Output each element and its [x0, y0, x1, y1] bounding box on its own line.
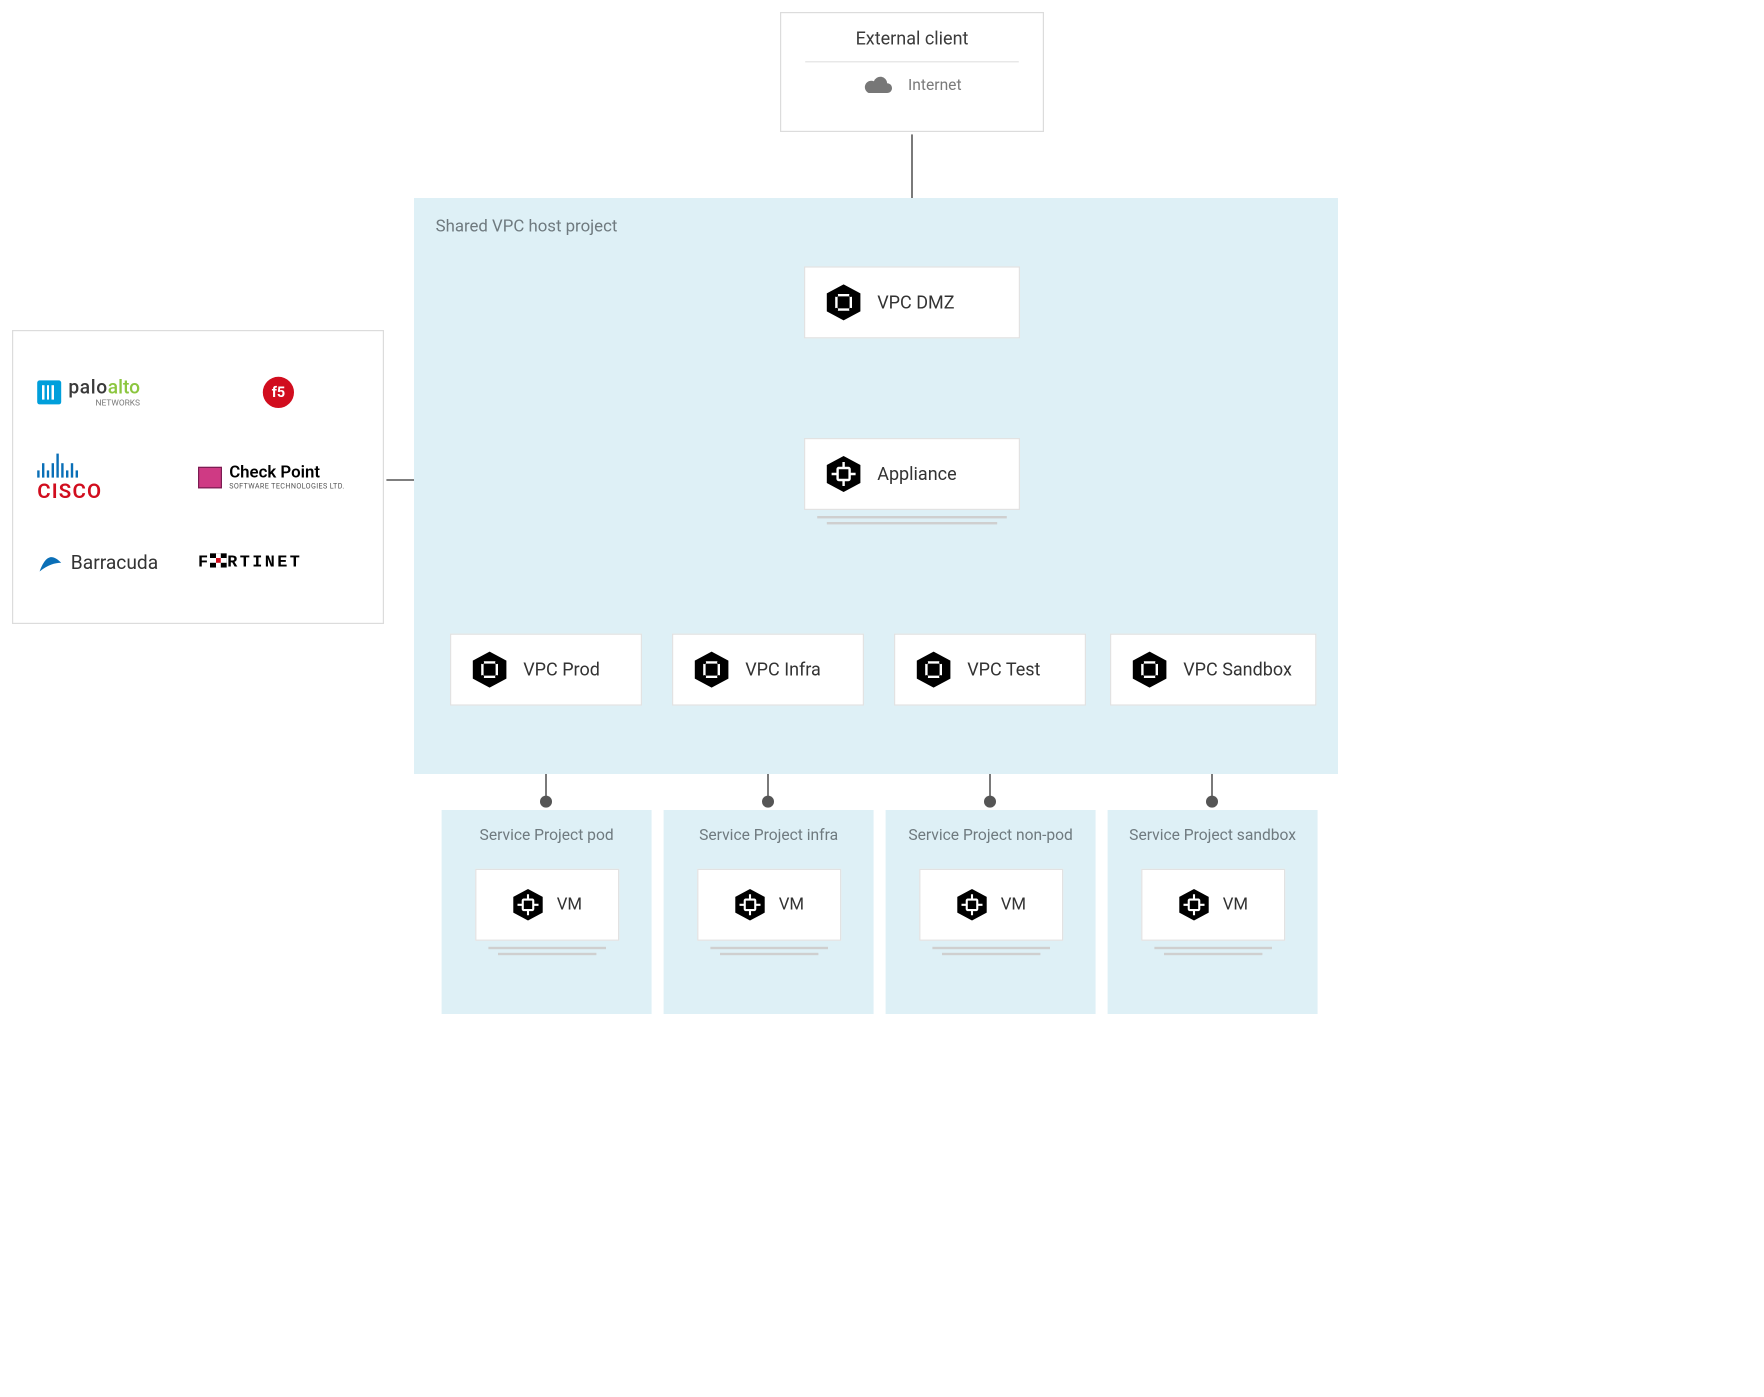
appliance-icon: [824, 455, 862, 493]
cloud-icon: [862, 74, 893, 96]
multi-nic-icon: [1142, 942, 1284, 954]
cisco-logo: CISCO: [37, 451, 102, 504]
vm-label: VM: [1223, 895, 1248, 914]
vm-label: VM: [557, 895, 582, 914]
external-client-subtitle: Internet: [908, 76, 962, 94]
barracuda-logo: Barracuda: [37, 551, 158, 574]
checkpoint-logo: Check Point SOFTWARE TECHNOLOGIES LTD.: [198, 463, 345, 491]
vpc-sandbox-node: VPC Sandbox: [1110, 634, 1316, 706]
service-project-label: Service Project pod: [442, 827, 652, 845]
multi-nic-icon: [920, 942, 1062, 954]
shared-vpc-label: Shared VPC host project: [436, 217, 1317, 236]
vm-icon: [1177, 888, 1211, 922]
external-client-box: External client Internet: [780, 12, 1044, 132]
service-project-label: Service Project non-pod: [886, 827, 1096, 845]
appliance-label: Appliance: [877, 463, 956, 485]
multi-nic-icon: [698, 942, 840, 954]
vm-label: VM: [1001, 895, 1026, 914]
vpc-sandbox-label: VPC Sandbox: [1183, 659, 1292, 681]
service-project-pod: Service Project pod VM: [442, 810, 652, 1014]
multi-nic-icon: [476, 942, 618, 954]
vm-node: VM: [475, 869, 619, 941]
divider: [805, 61, 1020, 62]
vpc-dmz-node: VPC DMZ: [804, 266, 1020, 338]
vpc-prod-label: VPC Prod: [523, 659, 600, 681]
vm-label: VM: [779, 895, 804, 914]
vm-icon: [511, 888, 545, 922]
vpc-icon: [824, 283, 862, 321]
vm-icon: [733, 888, 767, 922]
vm-node: VM: [919, 869, 1063, 941]
vpc-icon: [692, 650, 730, 688]
vpc-dmz-label: VPC DMZ: [877, 292, 954, 314]
vpc-infra-node: VPC Infra: [672, 634, 864, 706]
service-project-sandbox: Service Project sandbox VM: [1108, 810, 1318, 1014]
vpc-icon: [914, 650, 952, 688]
vm-icon: [955, 888, 989, 922]
vm-node: VM: [697, 869, 841, 941]
service-project-label: Service Project infra: [664, 827, 874, 845]
vpc-test-node: VPC Test: [894, 634, 1086, 706]
vpc-icon: [1130, 650, 1168, 688]
vpc-icon: [470, 650, 508, 688]
fortinet-logo: FRTINET: [198, 553, 302, 572]
service-project-label: Service Project sandbox: [1108, 827, 1318, 845]
vpc-prod-node: VPC Prod: [450, 634, 642, 706]
external-client-title: External client: [781, 28, 1043, 50]
appliance-node: Appliance: [804, 438, 1020, 510]
service-project-infra: Service Project infra VM: [664, 810, 874, 1014]
vendor-logos-box: paloalto NETWORKS f5 CISCO Check Point S…: [12, 330, 384, 624]
vpc-infra-label: VPC Infra: [745, 659, 821, 681]
f5-logo: f5: [263, 376, 294, 407]
vpc-test-label: VPC Test: [967, 659, 1040, 681]
vm-node: VM: [1141, 869, 1285, 941]
service-project-non-pod: Service Project non-pod VM: [886, 810, 1096, 1014]
paloalto-logo: paloalto NETWORKS: [37, 376, 140, 408]
